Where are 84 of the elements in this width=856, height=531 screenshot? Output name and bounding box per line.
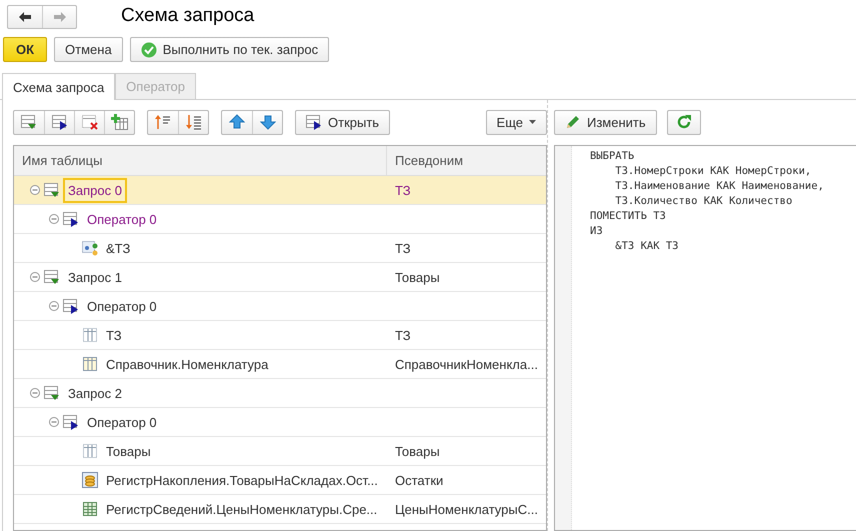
table-down-icon xyxy=(44,269,60,285)
run-button[interactable]: Выполнить по тек. запрос xyxy=(130,37,330,62)
table-down-icon xyxy=(21,114,37,130)
code-line: ИЗ xyxy=(590,224,604,239)
collapse-icon xyxy=(49,301,59,311)
table-row[interactable]: Оператор 0 xyxy=(14,205,546,234)
pencil-icon xyxy=(565,114,581,130)
ok-button[interactable]: ОК xyxy=(3,37,48,62)
tree-item[interactable]: Товары xyxy=(101,438,156,464)
code-line: ТЗ.НомерСтроки КАК НомерСтроки, xyxy=(614,164,812,179)
query-text-field[interactable]: ВЫБРАТЬ ТЗ.НомерСтроки КАК НомерСтроки, ТЗ.Наименование КАК Наименование, ТЗ.Количество КАК Количество ПОМЕСТИТЬ ТЗ ИЗ &ТЗ КАК ТЗ xyxy=(554,145,856,531)
table-cell: ТЗ xyxy=(395,182,411,198)
table-cell: Товары xyxy=(395,444,440,458)
table-row[interactable]: Товары Товары xyxy=(14,437,546,466)
coins-icon xyxy=(82,472,98,488)
tree-item[interactable]: Оператор 0 xyxy=(82,294,162,318)
table-row[interactable]: РегистрСведений.ЦеныНоменклатуры.Сре... ЦеныНоменклатурыС... xyxy=(14,495,546,524)
grid-icon xyxy=(82,501,98,517)
table-play-icon xyxy=(63,298,79,314)
table-row[interactable]: Запрос 1 Товары xyxy=(14,263,546,292)
sort-down-icon xyxy=(186,114,202,130)
collapse-icon xyxy=(49,417,59,427)
collapse-icon xyxy=(30,272,40,282)
arrow-down-icon xyxy=(260,114,276,130)
column-header: Имя таблицы xyxy=(14,146,387,175)
table-cell: ТЗ xyxy=(395,328,411,342)
forward-arrow-icon xyxy=(52,11,66,23)
refresh-button[interactable] xyxy=(666,110,701,134)
table-cell: ТЗ xyxy=(395,240,411,256)
caret-icon xyxy=(529,120,536,124)
table-icon xyxy=(82,327,98,343)
table-cell: Остатки xyxy=(395,472,444,488)
table-icon xyxy=(82,356,98,372)
tree-item[interactable]: ТЗ xyxy=(101,322,127,348)
table-cell: Товары xyxy=(395,270,440,284)
table-play-icon xyxy=(306,114,322,130)
table-parameter-icon xyxy=(82,240,98,256)
code-line: &ТЗ КАК ТЗ xyxy=(614,239,680,254)
checkmark-icon xyxy=(140,42,157,58)
collapse-icon xyxy=(49,214,59,224)
window-title: Схема запроса xyxy=(121,5,254,27)
tree-item[interactable]: Оператор 0 xyxy=(82,206,162,232)
table-row[interactable]: Справочник.Номенклатура СправочникНоменкла... xyxy=(14,350,546,379)
table-cell: СправочникНоменкла... xyxy=(395,356,538,372)
tree-item[interactable]: Запрос 0 xyxy=(63,178,127,202)
code-line: ТЗ.Количество КАК Количество xyxy=(614,194,794,209)
table-row[interactable]: Запрос 2 xyxy=(14,379,546,408)
table-add-icon xyxy=(111,114,128,130)
code-line: ПОМЕСТИТЬ ТЗ xyxy=(590,209,667,224)
edit-button[interactable]: Изменить xyxy=(554,110,657,134)
table-icon xyxy=(82,443,98,459)
table-down-icon xyxy=(44,385,60,401)
tree-item[interactable]: РегистрНакопления.ТоварыНаСкладах.Ост... xyxy=(101,468,383,492)
tree-item[interactable]: РегистрСведений.ЦеныНоменклатуры.Сре... xyxy=(101,496,382,522)
table-row[interactable]: Запрос 0 ТЗ xyxy=(14,176,546,205)
refresh-icon xyxy=(676,114,692,130)
arrow-up-icon xyxy=(229,114,245,130)
tree-item[interactable]: Справочник.Номенклатура xyxy=(101,352,274,376)
table-cell: ЦеныНоменклатурыС... xyxy=(395,502,538,516)
code-line: ВЫБРАТЬ xyxy=(590,149,636,164)
tree-item[interactable]: Оператор 0 xyxy=(82,410,162,434)
sort-up-icon xyxy=(155,114,171,130)
column-header: Псевдоним xyxy=(394,152,464,170)
table-row[interactable]: &ТЗ ТЗ xyxy=(14,234,546,263)
more-button[interactable]: Еще xyxy=(486,110,547,134)
table-play-icon xyxy=(52,114,68,130)
table-down-icon xyxy=(44,182,60,198)
back-arrow-icon xyxy=(18,11,32,23)
open-button[interactable]: Открыть xyxy=(295,110,390,134)
cancel-button[interactable]: Отмена xyxy=(54,37,123,62)
tree-item[interactable]: &ТЗ xyxy=(101,236,136,260)
tab[interactable]: Схема запроса xyxy=(2,73,116,100)
collapse-icon xyxy=(30,185,40,195)
table-play-icon xyxy=(63,211,79,227)
tree-item[interactable]: Запрос 1 xyxy=(63,264,127,290)
table-row[interactable]: Оператор 0 xyxy=(14,408,546,437)
table-play-icon xyxy=(63,414,79,430)
table-row[interactable]: Оператор 0 xyxy=(14,292,546,321)
table-row[interactable]: РегистрНакопления.ТоварыНаСкладах.Ост... Остатки xyxy=(14,466,546,495)
collapse-icon xyxy=(30,388,40,398)
table-row[interactable]: ТЗ ТЗ xyxy=(14,321,546,350)
code-line: ТЗ.Наименование КАК Наименование, xyxy=(614,179,824,194)
table-delete-icon xyxy=(82,114,98,130)
tree-item[interactable]: Запрос 2 xyxy=(63,380,127,406)
